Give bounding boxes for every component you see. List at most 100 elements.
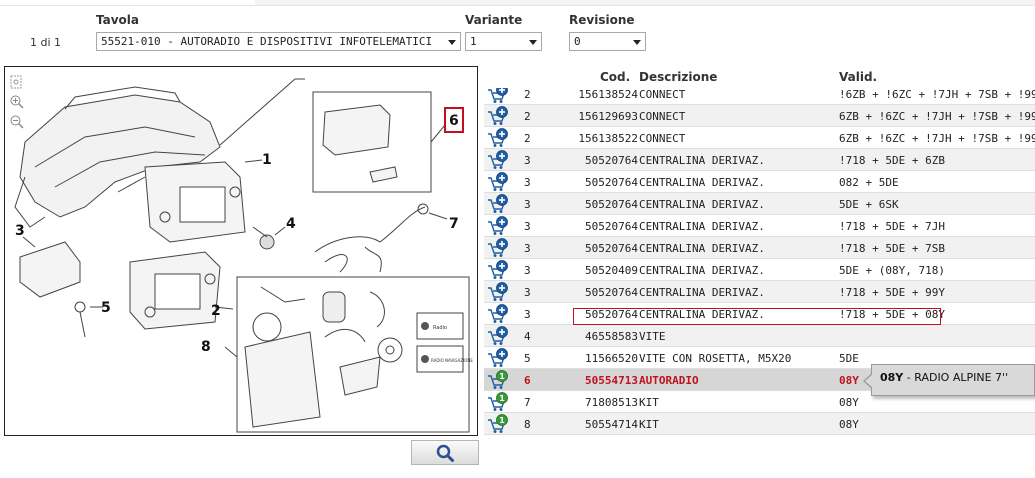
row-group: 7 — [524, 396, 531, 409]
row-code[interactable]: 50520764 — [548, 286, 638, 299]
row-description: CENTRALINA DERIVAZ. — [639, 242, 765, 255]
label-card-navi: RADIO NAVIGAZIONE — [431, 358, 473, 363]
row-group: 8 — [524, 418, 531, 431]
callout-7[interactable]: 7 — [449, 216, 459, 232]
fit-view-icon[interactable] — [10, 75, 24, 89]
callout-3[interactable]: 3 — [15, 223, 25, 239]
row-description: CENTRALINA DERIVAZ. — [639, 264, 765, 277]
row-code[interactable]: 50520409 — [548, 264, 638, 277]
table-row[interactable]: 3 50520764 CENTRALINA DERIVAZ. !718 + 5DE +… — [484, 237, 1035, 259]
table-row[interactable]: 3 50520764 CENTRALINA DERIVAZ. !718 + 5DE +… — [484, 281, 1035, 303]
add-to-cart-icon[interactable] — [487, 238, 509, 258]
row-code[interactable]: 50520764 — [548, 242, 638, 255]
add-to-cart-icon[interactable] — [487, 348, 509, 368]
col-header-cod: Cod. — [600, 70, 631, 84]
table-row[interactable]: 3 50520764 CENTRALINA DERIVAZ. !718 + 5DE +… — [484, 149, 1035, 171]
label-card-radio: Radio — [433, 325, 447, 331]
table-row[interactable]: 3 50520764 CENTRALINA DERIVAZ. 082 + 5DE — [484, 171, 1035, 193]
row-group: 6 — [524, 374, 531, 387]
add-to-cart-icon[interactable] — [487, 216, 509, 236]
row-code[interactable]: 156129693 — [548, 110, 638, 123]
revisione-select-value: 0 — [574, 35, 581, 48]
row-code[interactable]: 71808513 — [548, 396, 638, 409]
cart-badge-count: 1 — [499, 372, 505, 381]
callout-2[interactable]: 2 — [211, 303, 221, 319]
row-group: 5 — [524, 352, 531, 365]
row-validity: !718 + 5DE + 7JH — [839, 220, 945, 233]
zoom-out-icon[interactable] — [10, 115, 24, 129]
row-description: CENTRALINA DERIVAZ. — [639, 198, 765, 211]
row-code[interactable]: 50554713 — [548, 374, 638, 387]
search-button[interactable] — [411, 440, 479, 465]
chevron-down-icon — [529, 40, 537, 45]
row-validity: !718 + 5DE + 6ZB — [839, 154, 945, 167]
row-code[interactable]: 156138522 — [548, 132, 638, 145]
add-to-cart-icon[interactable]: 1 — [487, 414, 509, 434]
revisione-label: Revisione — [569, 13, 635, 27]
table-row[interactable]: 2 156129693 CONNECT 6ZB + !6ZC + !7JH + !7S… — [484, 105, 1035, 127]
row-code[interactable]: 50554714 — [548, 418, 638, 431]
zoom-in-icon[interactable] — [10, 95, 24, 109]
row-validity: !718 + 5DE + 7SB — [839, 242, 945, 255]
row-description: CONNECT — [639, 88, 686, 101]
revisione-select[interactable]: 0 — [569, 32, 646, 51]
add-to-cart-icon[interactable]: 1 — [487, 370, 509, 390]
add-to-cart-icon[interactable] — [487, 282, 509, 302]
row-code[interactable]: 156138524 — [548, 88, 638, 101]
table-row[interactable]: 4 46558583 VITE — [484, 325, 1035, 347]
row-code[interactable]: 11566520 — [548, 352, 638, 365]
tavola-select[interactable]: 55521-010 - AUTORADIO E DISPOSITIVI INFO… — [96, 32, 461, 51]
add-to-cart-icon[interactable] — [487, 304, 509, 324]
row-description: CONNECT — [639, 132, 686, 145]
table-row[interactable]: 2 156138522 CONNECT 6ZB + !6ZC + !7JH + !7S… — [484, 127, 1035, 149]
table-row[interactable]: 1 8 50554714 KIT 08Y — [484, 413, 1035, 435]
row-validity: 08Y — [839, 374, 859, 387]
callout-1[interactable]: 1 — [262, 152, 272, 168]
row-code[interactable]: 50520764 — [548, 176, 638, 189]
highlight-box — [573, 308, 941, 325]
chevron-down-icon — [448, 40, 456, 45]
pager-text: 1 di 1 — [30, 36, 62, 49]
callout-6[interactable]: 6 — [449, 113, 459, 129]
table-row[interactable]: 3 50520409 CENTRALINA DERIVAZ. 5DE + (08Y, … — [484, 259, 1035, 281]
row-validity: !718 + 5DE + 99Y — [839, 286, 945, 299]
callout-4[interactable]: 4 — [286, 216, 296, 232]
add-to-cart-icon[interactable] — [487, 326, 509, 346]
add-to-cart-icon[interactable] — [487, 128, 509, 148]
search-icon — [436, 444, 454, 462]
col-header-valid: Valid. — [839, 70, 878, 84]
tooltip-code: 08Y — [880, 371, 904, 384]
add-to-cart-icon[interactable]: 1 — [487, 392, 509, 412]
row-description: CENTRALINA DERIVAZ. — [639, 286, 765, 299]
table-row[interactable]: 3 50520764 CENTRALINA DERIVAZ. 5DE + 6SK — [484, 193, 1035, 215]
row-code[interactable]: 50520764 — [548, 154, 638, 167]
row-group: 3 — [524, 264, 531, 277]
row-description: CENTRALINA DERIVAZ. — [639, 154, 765, 167]
row-validity: 5DE — [839, 352, 859, 365]
row-group: 2 — [524, 110, 531, 123]
add-to-cart-icon[interactable] — [487, 106, 509, 126]
add-to-cart-icon[interactable] — [487, 150, 509, 170]
variante-select[interactable]: 1 — [465, 32, 542, 51]
callout-5[interactable]: 5 — [101, 300, 111, 316]
row-validity: 6ZB + !6ZC + !7JH + !7SB + !99Y — [839, 132, 1035, 145]
add-to-cart-icon[interactable] — [487, 260, 509, 280]
row-description: KIT — [639, 396, 659, 409]
row-validity: 5DE + 6SK — [839, 198, 899, 211]
row-group: 3 — [524, 176, 531, 189]
cart-badge-count: 1 — [499, 394, 505, 403]
table-row[interactable]: 3 50520764 CENTRALINA DERIVAZ. !718 + 5DE +… — [484, 215, 1035, 237]
row-validity: 5DE + (08Y, 718) — [839, 264, 945, 277]
row-code[interactable]: 50520764 — [548, 220, 638, 233]
add-to-cart-icon[interactable] — [487, 172, 509, 192]
col-header-descrizione: Descrizione — [639, 70, 718, 84]
row-description: VITE CON ROSETTA, M5X20 — [639, 352, 792, 365]
add-to-cart-icon[interactable] — [487, 194, 509, 214]
table-row[interactable]: 3 50520764 CENTRALINA DERIVAZ. !718 + 5DE +… — [484, 303, 1035, 325]
row-code[interactable]: 50520764 — [548, 198, 638, 211]
parts-diagram[interactable]: Radio RADIO NAVIGAZIONE 1 2 3 4 5 7 8 6 — [4, 66, 478, 436]
row-code[interactable]: 46558583 — [548, 330, 638, 343]
row-description: AUTORADIO — [639, 374, 699, 387]
row-group: 3 — [524, 220, 531, 233]
callout-8[interactable]: 8 — [201, 339, 211, 355]
